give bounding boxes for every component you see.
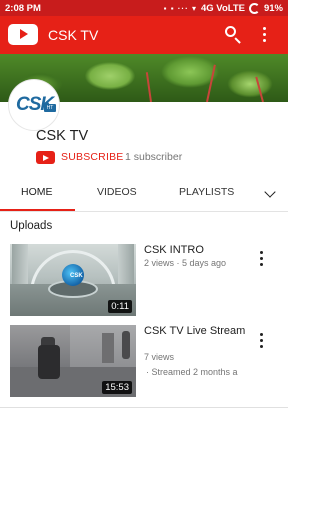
more-dot [260, 345, 263, 348]
app-bar-title: CSK TV [48, 27, 99, 43]
avatar-logo-badge: HT [44, 104, 56, 112]
thumb-shape [122, 331, 130, 359]
video-duration: 15:53 [102, 381, 132, 394]
video-duration: 0:11 [108, 300, 132, 313]
banner-stem [206, 64, 216, 102]
video-thumbnail[interactable]: 15:53 [10, 325, 136, 397]
chevron-down-icon[interactable] [264, 186, 276, 198]
more-dot [260, 339, 263, 342]
video-item[interactable]: CSK 0:11 CSK INTRO 2 views · 5 days ago [0, 244, 288, 320]
more-vert-icon[interactable] [258, 25, 272, 45]
more-dot [260, 333, 263, 336]
channel-tabs: HOME VIDEOS PLAYLISTS [0, 176, 288, 212]
youtube-logo-icon[interactable] [8, 24, 38, 45]
subscriber-count: 1 subscriber [125, 151, 183, 163]
search-handle [234, 37, 241, 44]
subscribe-icon[interactable] [36, 151, 55, 164]
channel-name: CSK TV [36, 128, 89, 144]
status-time: 2:08 PM [5, 2, 41, 14]
tab-home[interactable]: HOME [21, 186, 53, 198]
status-indicators: ▪ ▪ ··· ▾ 4G VoLTE 91% [163, 2, 283, 14]
more-vert-icon[interactable] [255, 331, 269, 349]
more-dot [260, 257, 263, 260]
more-dot [263, 39, 267, 43]
thumb-shape [102, 333, 114, 363]
uploads-heading: Uploads [10, 220, 53, 232]
video-item[interactable]: 15:53 CSK TV Live Stream 7 views · Strea… [0, 325, 288, 401]
search-icon[interactable] [222, 24, 244, 46]
video-meta: 2 views · 5 days ago [144, 258, 227, 268]
battery-icon [248, 2, 260, 14]
more-dot [260, 263, 263, 266]
active-tab-indicator [0, 209, 75, 211]
app-bar: CSK TV [0, 16, 288, 54]
tab-playlists[interactable]: PLAYLISTS [179, 186, 234, 198]
thumb-logo-text: CSK [70, 273, 83, 279]
video-title[interactable]: CSK INTRO [144, 244, 248, 257]
video-views: 7 views [144, 352, 175, 362]
battery-label: 91% [263, 2, 283, 14]
notification-icons: ▪ ▪ ··· ▾ [163, 3, 197, 13]
search-lens [225, 26, 236, 37]
network-label: 4G VoLTE [201, 2, 245, 14]
status-bar: 2:08 PM ▪ ▪ ··· ▾ 4G VoLTE 91% [0, 0, 288, 16]
video-streamed: · Streamed 2 months a [146, 367, 238, 377]
more-dot [263, 27, 267, 31]
app-screen: 2:08 PM ▪ ▪ ··· ▾ 4G VoLTE 91% CSK TV CS… [0, 0, 288, 512]
subscribe-button[interactable]: SUBSCRIBE [61, 151, 123, 163]
banner-stem [255, 76, 264, 102]
list-divider [0, 407, 288, 408]
channel-avatar[interactable]: CSK HT [9, 80, 59, 130]
more-vert-icon[interactable] [255, 249, 269, 267]
more-dot [260, 251, 263, 254]
video-title[interactable]: CSK TV Live Stream [144, 325, 248, 338]
thumb-shape [38, 345, 60, 379]
banner-stem [145, 72, 152, 102]
more-dot [263, 33, 267, 37]
avatar-logo: CSK HT [14, 90, 56, 120]
tab-videos[interactable]: VIDEOS [97, 186, 137, 198]
video-thumbnail[interactable]: CSK 0:11 [10, 244, 136, 316]
